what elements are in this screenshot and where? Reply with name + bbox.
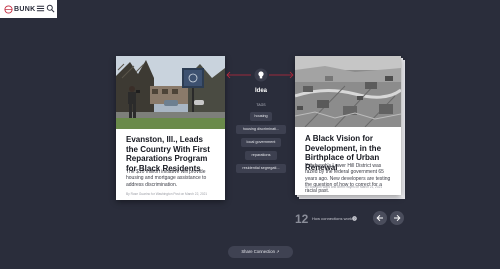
tag-reparations[interactable]: reparations (245, 151, 277, 160)
next-button[interactable] (390, 211, 404, 225)
how-connections-work-link[interactable]: How connections work (312, 216, 352, 221)
bunk-logo[interactable]: BUNK (4, 4, 36, 14)
hamburger-menu-icon[interactable] (36, 4, 45, 13)
tag-residential-segregation[interactable]: residential segregati... (236, 164, 286, 173)
connection-idea-title: Idea (254, 88, 267, 94)
right-article-byline: By Brandon Ward and Brent Hayes on March… (305, 185, 383, 189)
brand-name: BUNK (14, 5, 36, 13)
bunk-logo-mark-icon (4, 4, 13, 14)
right-article-description: Pittsburgh's Lower Hill District was raz… (305, 163, 391, 195)
right-article-card[interactable]: A Black Vision for Development, in the B… (295, 56, 401, 195)
left-article-byline: By Rose Guarino for Washington Post on M… (126, 192, 208, 196)
svg-text:?: ? (353, 217, 355, 221)
pittsburgh-aerial-photo (295, 56, 401, 127)
tags-label: TAGS (256, 103, 266, 107)
arrow-right-icon (394, 214, 401, 222)
left-article-description: The $10 million initiative will provide … (126, 169, 207, 188)
share-connection-button[interactable]: Share Connection ↗ (228, 246, 293, 258)
tag-housing-discrimination[interactable]: housing discriminati... (236, 125, 286, 134)
left-article-card[interactable]: Evanston, Ill., Leads the Country With F… (116, 56, 225, 200)
tag-housing[interactable]: housing (250, 112, 272, 121)
tag-local-government[interactable]: local government (241, 138, 281, 147)
previous-button[interactable] (373, 211, 387, 225)
left-article-title[interactable]: Evanston, Ill., Leads the Country With F… (126, 135, 215, 173)
help-icon[interactable]: ? (352, 216, 357, 221)
connection-count: 12 (295, 212, 309, 226)
search-icon[interactable] (46, 4, 55, 13)
lightbulb-icon (254, 68, 268, 82)
arrow-left-icon (376, 214, 383, 222)
evanston-street-photo (116, 56, 225, 129)
top-bar: BUNK (0, 0, 57, 18)
